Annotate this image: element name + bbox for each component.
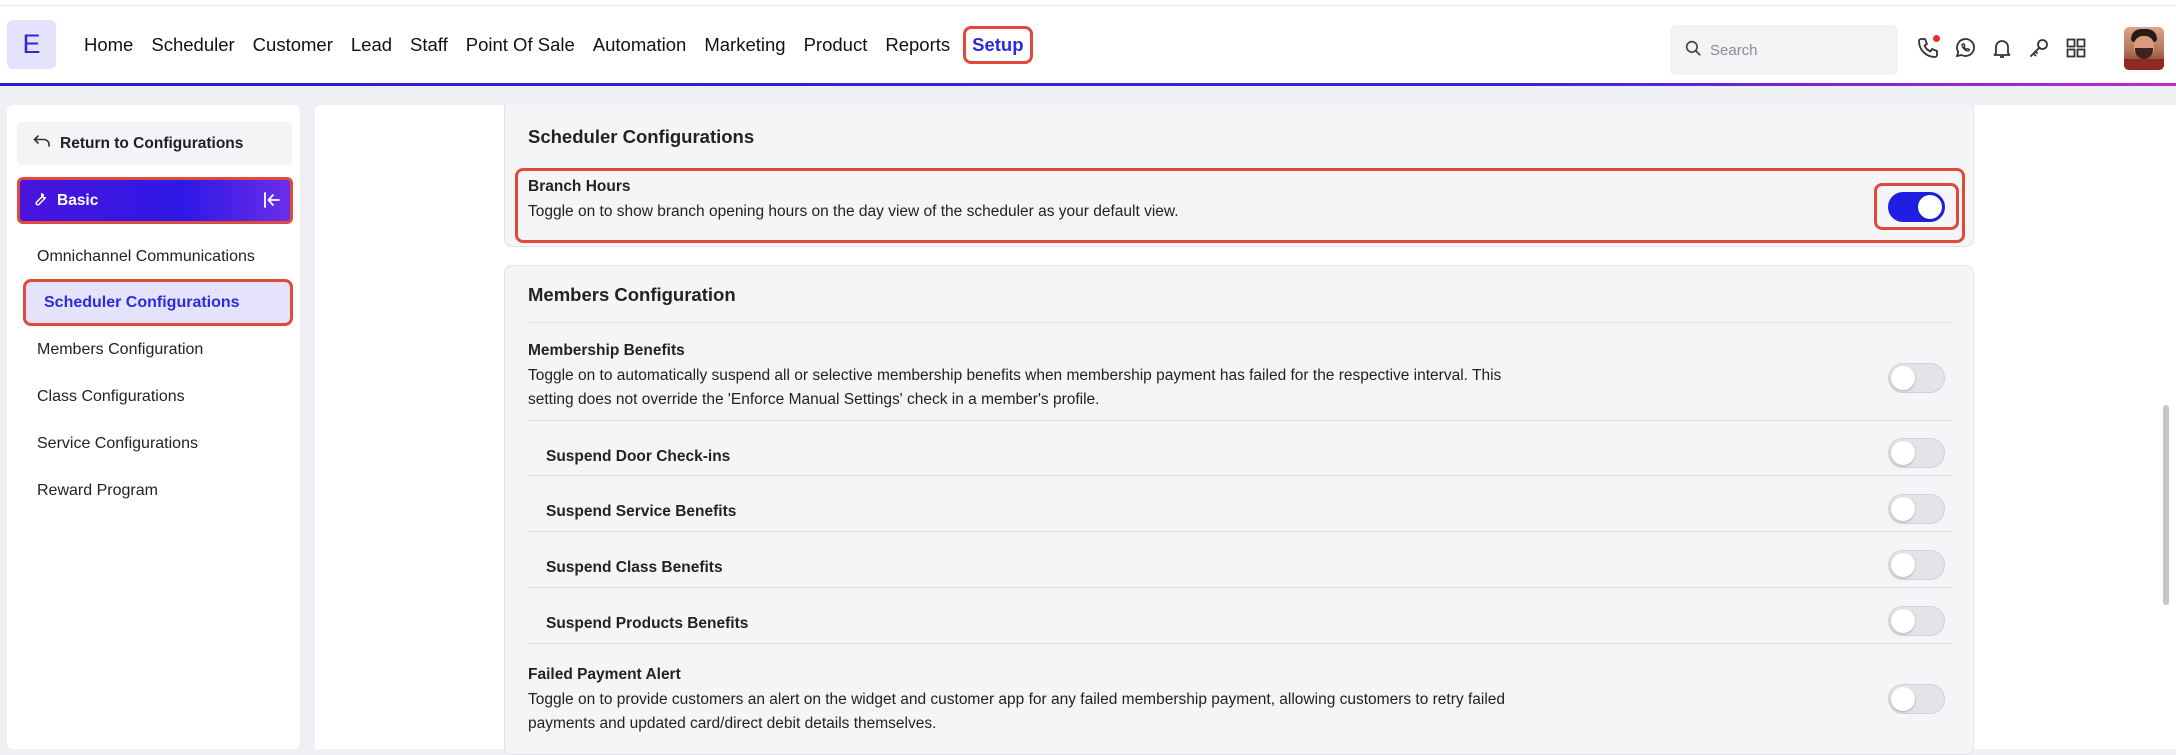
sidebar-item-class-configurations[interactable]: Class Configurations (37, 388, 185, 406)
bell-icon[interactable] (1990, 36, 2014, 60)
wrench-icon (31, 189, 49, 212)
divider (528, 475, 1952, 476)
membership-benefits-toggle[interactable] (1888, 363, 1945, 393)
sidebar-item-reward-program[interactable]: Reward Program (37, 482, 158, 500)
nav-item-product[interactable]: Product (795, 26, 877, 64)
suspend-products-benefits-toggle[interactable] (1888, 606, 1945, 636)
suspend-class-benefits-toggle[interactable] (1888, 550, 1945, 580)
apps-grid-icon[interactable] (2064, 36, 2088, 60)
failed-payment-alert-title: Failed Payment Alert (528, 666, 681, 683)
scheduler-configurations-title: Scheduler Configurations (528, 126, 755, 147)
membership-benefits-description-line1: Toggle on to automatically suspend all o… (528, 367, 1502, 384)
app-logo[interactable]: E (7, 20, 56, 69)
nav-item-marketing[interactable]: Marketing (695, 26, 794, 64)
branch-hours-description: Toggle on to show branch opening hours o… (528, 203, 1179, 220)
nav-item-reports[interactable]: Reports (876, 26, 959, 64)
nav-item-automation[interactable]: Automation (584, 26, 696, 64)
failed-payment-alert-description-line2: payments and updated card/direct debit d… (528, 715, 937, 732)
divider (528, 420, 1952, 421)
suspend-service-benefits-label: Suspend Service Benefits (546, 503, 737, 520)
nav-item-customer[interactable]: Customer (244, 26, 342, 64)
divider (528, 587, 1952, 588)
divider (528, 643, 1952, 644)
search-box[interactable] (1670, 25, 1898, 75)
main-menu: Home Scheduler Customer Lead Staff Point… (75, 26, 1033, 64)
suspend-class-benefits-label: Suspend Class Benefits (546, 559, 723, 576)
page-scrollbar-thumb[interactable] (2163, 405, 2169, 605)
nav-item-setup[interactable]: Setup (963, 26, 1033, 64)
basic-section-label: Basic (57, 191, 99, 209)
key-icon[interactable] (2027, 36, 2051, 60)
sidebar-item-service-configurations[interactable]: Service Configurations (37, 435, 198, 453)
nav-item-home[interactable]: Home (75, 26, 142, 64)
phone-icon[interactable] (1916, 35, 1940, 60)
top-navigation-bar: E Home Scheduler Customer Lead Staff Poi… (0, 6, 2176, 85)
suspend-door-checkins-label: Suspend Door Check-ins (546, 448, 731, 465)
sidebar-item-omnichannel-communications[interactable]: Omnichannel Communications (37, 248, 255, 266)
back-arrow-icon (33, 134, 51, 153)
search-icon (1684, 39, 1702, 62)
membership-benefits-description-line2: setting does not override the 'Enforce M… (528, 391, 1100, 408)
main-content: Scheduler Configurations Branch Hours To… (315, 105, 2176, 755)
branch-hours-title: Branch Hours (528, 178, 631, 195)
membership-benefits-title: Membership Benefits (528, 342, 685, 359)
configurations-sidebar: Return to Configurations Basic Omnichann… (7, 105, 300, 749)
failed-payment-alert-description-line1: Toggle on to provide customers an alert … (528, 691, 1506, 708)
collapse-sidebar-icon[interactable] (262, 190, 282, 215)
user-avatar[interactable] (2124, 27, 2164, 70)
suspend-door-checkins-toggle[interactable] (1888, 438, 1945, 468)
basic-section-button[interactable]: Basic (17, 177, 293, 224)
branch-hours-toggle[interactable] (1888, 192, 1945, 222)
divider (528, 531, 1952, 532)
nav-gradient-underline (0, 83, 2176, 86)
members-configuration-card: Members Configuration Membership Benefit… (504, 265, 1974, 755)
nav-item-lead[interactable]: Lead (342, 26, 401, 64)
nav-item-point-of-sale[interactable]: Point Of Sale (457, 26, 584, 64)
header-icons (1916, 35, 2088, 60)
return-to-configurations-button[interactable]: Return to Configurations (17, 122, 292, 165)
whatsapp-icon[interactable] (1953, 36, 1977, 60)
members-configuration-title: Members Configuration (528, 284, 736, 305)
nav-item-staff[interactable]: Staff (401, 26, 457, 64)
scheduler-configurations-card: Scheduler Configurations Branch Hours To… (504, 105, 1974, 247)
failed-payment-alert-toggle[interactable] (1888, 684, 1945, 714)
nav-item-scheduler[interactable]: Scheduler (142, 26, 243, 64)
sidebar-item-members-configuration[interactable]: Members Configuration (37, 341, 203, 359)
return-label: Return to Configurations (60, 134, 244, 152)
divider (528, 322, 1952, 323)
suspend-products-benefits-label: Suspend Products Benefits (546, 615, 749, 632)
notification-dot (1933, 35, 1940, 42)
sidebar-item-scheduler-configurations[interactable]: Scheduler Configurations (23, 279, 293, 326)
search-input[interactable] (1710, 41, 1880, 59)
suspend-service-benefits-toggle[interactable] (1888, 494, 1945, 524)
